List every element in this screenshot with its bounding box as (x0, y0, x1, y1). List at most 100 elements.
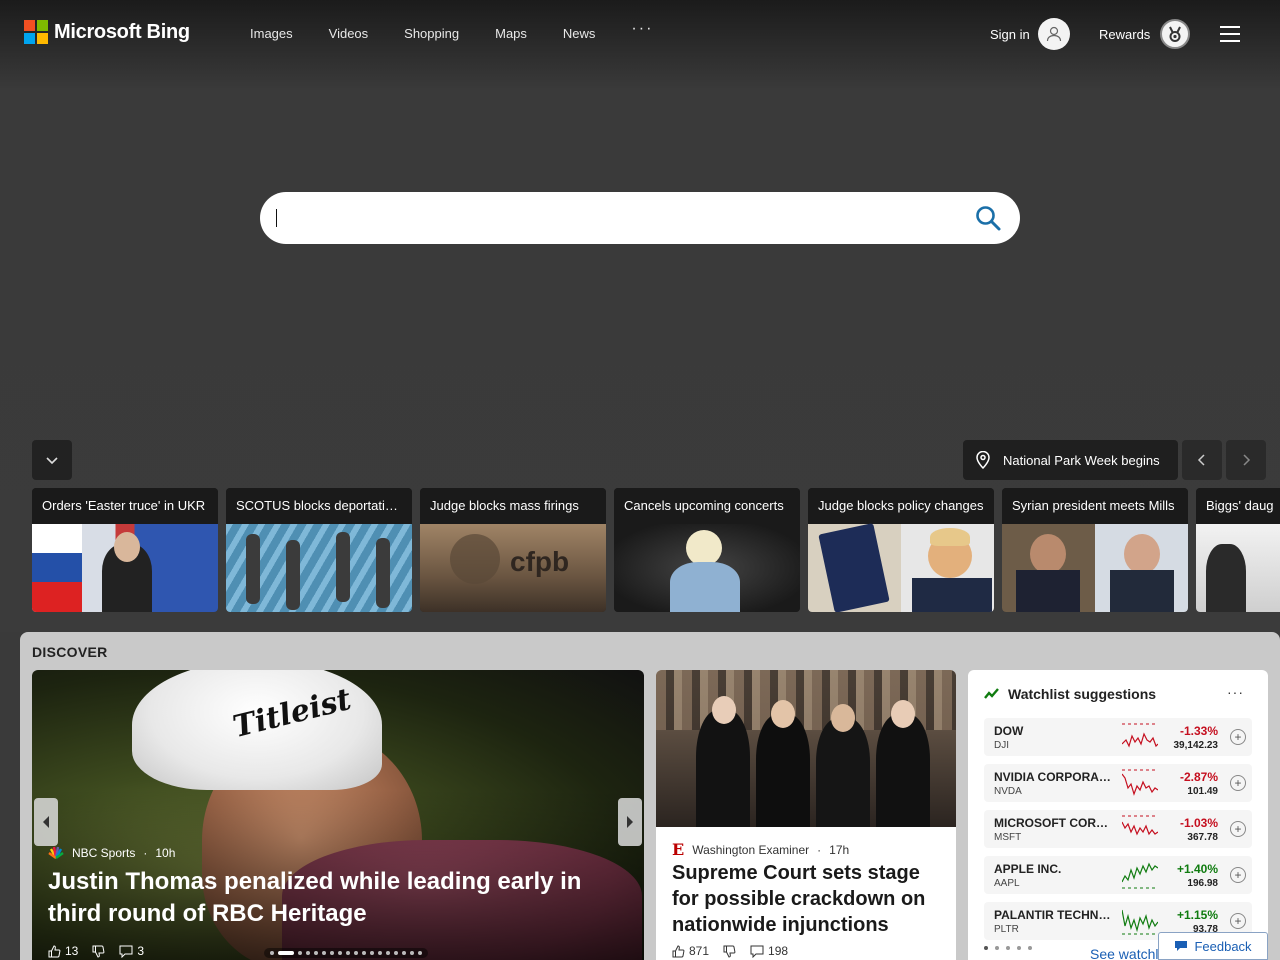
watchlist-title: Watchlist suggestions (1008, 686, 1157, 702)
dislike-button[interactable] (92, 945, 105, 958)
trending-card[interactable]: Cancels upcoming concerts (614, 488, 800, 612)
stock-price: 39,142.23 (1173, 740, 1219, 751)
secondary-headline[interactable]: Supreme Court sets stage for possible cr… (672, 860, 942, 938)
stock-price: 101.49 (1187, 786, 1218, 797)
stock-row[interactable]: MICROSOFT CORP… MSFT -1.03% 367.78 + (984, 810, 1252, 848)
trending-card[interactable]: Judge blocks mass firings cfpb (420, 488, 606, 612)
featured-news-card[interactable]: Titleist NBC Sports · 10h Justin Thomas … (32, 670, 644, 960)
stock-symbol: MSFT (994, 832, 1022, 843)
search-input[interactable] (276, 204, 956, 232)
like-button[interactable]: 871 (672, 944, 709, 958)
watchlist-header: Watchlist suggestions (984, 686, 1156, 702)
nav-maps[interactable]: Maps (477, 26, 545, 41)
trending-card-label: Cancels upcoming concerts (614, 488, 800, 524)
next-button[interactable] (1226, 440, 1266, 480)
nav-videos[interactable]: Videos (311, 26, 387, 41)
stock-sparkline (1122, 909, 1158, 935)
thumbs-up-icon (672, 944, 685, 957)
trending-card[interactable]: Syrian president meets Mills (1002, 488, 1188, 612)
trending-card[interactable]: Biggs' daug (1196, 488, 1280, 612)
search-icon[interactable] (974, 204, 1002, 232)
featured-image-cap: Titleist (132, 670, 382, 790)
secondary-source-name: Washington Examiner (692, 842, 810, 857)
feedback-button[interactable]: Feedback (1158, 932, 1268, 960)
featured-source: NBC Sports · 10h (48, 846, 175, 860)
comment-button[interactable]: 3 (119, 944, 144, 958)
rewards-button[interactable]: Rewards (1099, 19, 1191, 49)
stock-change: +1.15% (1176, 908, 1218, 922)
stock-change: -2.87% (1179, 770, 1218, 784)
caret-left-icon (43, 816, 49, 828)
stock-name: NVIDIA CORPORA… (994, 770, 1111, 784)
stock-name: PALANTIR TECHN… (994, 908, 1111, 922)
trending-card[interactable]: SCOTUS blocks deportati… (226, 488, 412, 612)
secondary-news-card[interactable]: E Washington Examiner · 17h Supreme Cour… (656, 670, 956, 960)
stock-sparkline (1122, 862, 1158, 889)
watchlist-more-button[interactable]: ··· (1227, 684, 1244, 700)
discover-title: DISCOVER (32, 644, 108, 660)
nav-more-button[interactable]: ··· (613, 20, 671, 38)
watchlist-card: Watchlist suggestions ··· DOW DJI -1.33%… (968, 670, 1268, 960)
hamburger-menu-icon[interactable] (1220, 26, 1240, 47)
nav-shopping[interactable]: Shopping (386, 26, 477, 41)
add-to-watchlist-icon[interactable]: + (1230, 821, 1246, 837)
stock-change: -1.33% (1179, 724, 1218, 738)
watchlist-pagination (984, 946, 1032, 950)
featured-age: 10h (155, 846, 176, 860)
signin-button[interactable]: Sign in (990, 18, 1070, 50)
stock-change: -1.03% (1179, 816, 1218, 830)
stock-row[interactable]: NVIDIA CORPORA… NVDA -2.87% 101.49 + (984, 764, 1252, 802)
featured-prev-button[interactable] (34, 798, 58, 846)
stock-symbol: AAPL (994, 878, 1020, 889)
hotspot-location-button[interactable]: National Park Week begins (963, 440, 1178, 480)
bing-logo[interactable]: Microsoft Bing (24, 20, 190, 44)
stock-symbol: DJI (994, 740, 1009, 751)
trending-card-label: Orders 'Easter truce' in UKR (32, 488, 218, 524)
collapse-button[interactable] (32, 440, 72, 480)
thumbs-up-icon (48, 944, 61, 957)
caret-right-icon (627, 816, 633, 828)
feedback-icon (1175, 941, 1188, 951)
carousel-pagination (264, 948, 428, 958)
nbc-peacock-icon (48, 846, 64, 859)
previous-button[interactable] (1182, 440, 1222, 480)
signin-label: Sign in (990, 26, 1030, 42)
add-to-watchlist-icon[interactable]: + (1230, 867, 1246, 883)
avatar-icon (1037, 18, 1070, 50)
trending-card-label: Judge blocks policy changes (808, 488, 994, 524)
dislike-button[interactable] (723, 945, 736, 958)
stock-sparkline (1122, 723, 1158, 748)
trending-carousel: Orders 'Easter truce' in UKR SCOTUS bloc… (32, 488, 1280, 612)
nav-news[interactable]: News (545, 26, 614, 41)
like-count: 871 (689, 944, 710, 958)
comment-count: 3 (137, 944, 145, 958)
add-to-watchlist-icon[interactable]: + (1230, 775, 1246, 791)
featured-headline[interactable]: Justin Thomas penalized while leading ea… (48, 866, 618, 930)
trending-card-image (226, 524, 412, 612)
featured-source-name: NBC Sports (72, 846, 136, 860)
trending-card-label: Biggs' daug (1196, 488, 1280, 524)
add-to-watchlist-icon[interactable]: + (1230, 913, 1246, 929)
trending-card[interactable]: Judge blocks policy changes (808, 488, 994, 612)
stock-sparkline (1122, 769, 1158, 796)
trending-card-label: Syrian president meets Mills (1002, 488, 1188, 524)
secondary-age: 17h (829, 842, 850, 857)
washington-examiner-logo-icon: E (672, 840, 685, 859)
secondary-separator: · (817, 842, 822, 857)
chevron-left-icon (1197, 454, 1205, 466)
stock-symbol: PLTR (994, 924, 1019, 935)
rewards-medal-icon (1160, 19, 1191, 49)
trending-card-image (1196, 524, 1280, 612)
featured-next-button[interactable] (618, 798, 642, 846)
stock-row[interactable]: APPLE INC. AAPL +1.40% 196.98 + (984, 856, 1252, 894)
add-to-watchlist-icon[interactable]: + (1230, 729, 1246, 745)
trending-card[interactable]: Orders 'Easter truce' in UKR (32, 488, 218, 612)
secondary-source: E Washington Examiner · 17h (672, 840, 849, 859)
trending-card-image (32, 524, 218, 612)
trending-card-image: cfpb (420, 524, 606, 612)
comment-button[interactable]: 198 (750, 944, 788, 958)
stock-row[interactable]: DOW DJI -1.33% 39,142.23 + (984, 718, 1252, 756)
nav-images[interactable]: Images (232, 26, 311, 41)
microsoft-logo-icon (24, 20, 48, 44)
like-button[interactable]: 13 (48, 944, 78, 958)
